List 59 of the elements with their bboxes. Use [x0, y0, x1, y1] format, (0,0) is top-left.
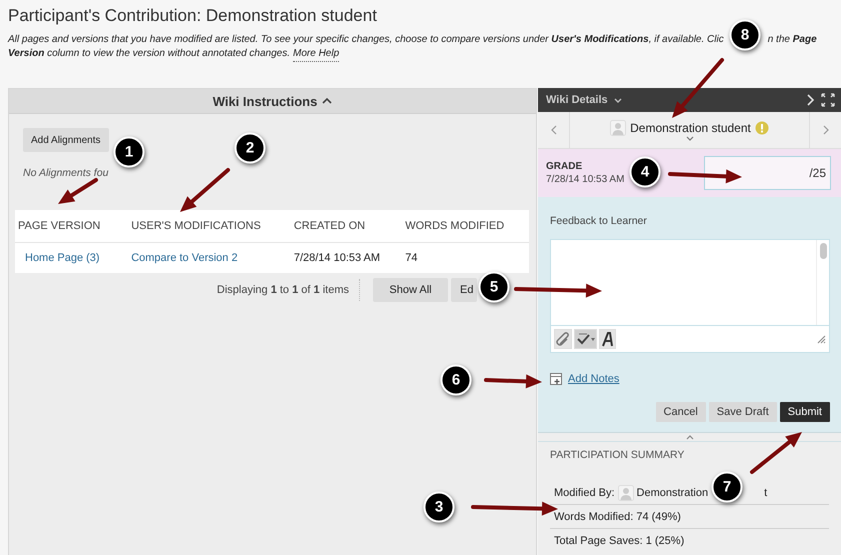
- attach-button[interactable]: [554, 329, 572, 349]
- callout-arrow: [672, 58, 724, 118]
- form-button[interactable]: Cancel: [656, 402, 706, 422]
- chevron-left-icon[interactable]: [550, 125, 556, 135]
- form-button[interactable]: Save Draft: [708, 402, 777, 422]
- expand-icon[interactable]: [821, 93, 835, 107]
- table-cell: 74: [402, 242, 529, 273]
- summary-value: Demonstration: [636, 486, 708, 498]
- grade-date: 7/28/14 10:53 AM: [546, 174, 624, 185]
- resize-handle-icon[interactable]: [816, 334, 826, 344]
- summary-text: Words Modified: 74 (49%): [554, 510, 681, 522]
- table-cell: 7/28/14 10:53 AM: [290, 242, 402, 273]
- table-link[interactable]: Compare to Version 2: [131, 252, 238, 264]
- avatar-icon: [610, 120, 626, 136]
- table-link[interactable]: Home Page (3): [25, 252, 100, 264]
- help-link[interactable]: More Help: [293, 47, 340, 62]
- page-title: Participant's Contribution: Demonstration student: [8, 6, 378, 26]
- description-text: All pages and versions that you have modified are listed. To see your specific changes, choose to compare versions under User's Modifications, if available. Clic: [8, 33, 724, 47]
- column-header: WORDS MODIFIED: [402, 210, 529, 242]
- summary-text: Total Page Saves: 1 (25%): [554, 535, 684, 547]
- avatar-icon: [618, 484, 634, 500]
- pagination-button[interactable]: Ed: [451, 278, 477, 302]
- scrollbar-thumb: [820, 243, 826, 259]
- font-style-icon: [601, 332, 614, 346]
- panel-title: Wiki Instructions: [212, 94, 318, 108]
- font-button[interactable]: [599, 329, 616, 349]
- callout-arrow: [484, 374, 542, 388]
- form-button[interactable]: Submit: [780, 402, 830, 422]
- caret-icon: [591, 338, 595, 340]
- spellcheck-button[interactable]: [574, 329, 597, 349]
- student-selector[interactable]: Demonstration student: [610, 120, 769, 136]
- collapse-icon[interactable]: [322, 97, 332, 105]
- column-header: PAGE VERSION: [15, 210, 128, 242]
- column-header: USER'S MODIFICATIONS: [128, 210, 291, 242]
- empty-message: No Alignments fou: [23, 167, 110, 179]
- field-label: Feedback to Learner: [550, 215, 648, 227]
- collapse-icon[interactable]: [686, 434, 694, 440]
- callout-arrow: [750, 432, 802, 474]
- paperclip-icon: [556, 332, 570, 346]
- callout-badge: 8: [730, 20, 760, 50]
- description-text: Version column to view the version without annotated changes.: [8, 47, 290, 61]
- callout-arrow: [58, 178, 98, 204]
- summary-value: t: [764, 486, 768, 498]
- add-notes-link[interactable]: Add Notes: [568, 373, 620, 385]
- grade-input[interactable]: /25: [704, 156, 831, 190]
- description-text: n the Page: [768, 33, 817, 47]
- add-alignments-button[interactable]: Add Alignments: [23, 128, 108, 152]
- caret-icon[interactable]: [614, 96, 622, 104]
- summary-label: Modified By:: [554, 486, 615, 498]
- pagination-button[interactable]: Show All: [373, 278, 448, 302]
- callout-arrow: [180, 168, 230, 212]
- checkmark-icon: [576, 332, 591, 346]
- column-header: CREATED ON: [290, 210, 402, 242]
- grade-label: GRADE: [546, 161, 584, 172]
- panel-title: Wiki Details: [546, 94, 608, 106]
- pagination-text: Displaying 1 to 1 of 1 items: [216, 279, 360, 301]
- add-note-icon: [550, 373, 562, 385]
- caret-icon[interactable]: [686, 136, 694, 140]
- section-title: PARTICIPATION SUMMARY: [550, 449, 686, 461]
